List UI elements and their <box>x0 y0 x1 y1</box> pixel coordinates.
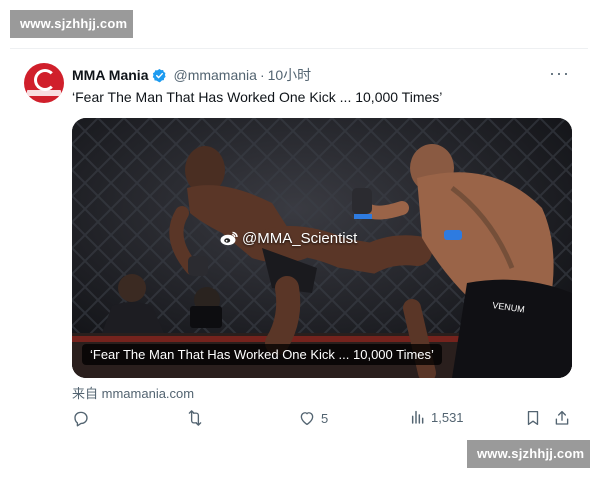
image-watermark-text: @MMA_Scientist <box>242 230 358 247</box>
author-name[interactable]: MMA Mania <box>72 67 148 83</box>
watermark-top: www.sjzhhjj.com <box>10 10 133 38</box>
like-count: 5 <box>321 410 329 426</box>
share-button[interactable] <box>553 409 571 427</box>
verified-badge-icon <box>153 68 167 82</box>
source-domain[interactable]: mmamania.com <box>102 386 194 401</box>
share-icon <box>555 410 569 425</box>
views-count: 1,531 <box>431 409 464 425</box>
like-button[interactable]: 5 <box>298 409 328 427</box>
bookmark-icon <box>527 410 539 426</box>
card-caption[interactable]: ‘Fear The Man That Has Worked One Kick .… <box>82 344 442 365</box>
heart-icon <box>300 412 314 426</box>
watermark-bottom: www.sjzhhjj.com <box>467 440 590 468</box>
fight-photo: VENUM <box>72 118 572 378</box>
avatar[interactable] <box>24 63 64 103</box>
media-image[interactable]: VENUM @MMA_Scientist ‘Fear The Man That … <box>72 118 572 378</box>
tweet-header: MMA Mania @mmamania · 10小时 <box>72 65 311 85</box>
post-time[interactable]: 10小时 <box>268 65 312 85</box>
tweet-text: ‘Fear The Man That Has Worked One Kick .… <box>72 89 443 105</box>
avatar-logo-ring <box>34 69 56 91</box>
retweet-icon <box>188 410 202 426</box>
image-watermark: @MMA_Scientist <box>220 230 357 247</box>
avatar-logo-bar <box>27 90 61 96</box>
separator-dot: · <box>259 67 265 83</box>
link-source[interactable]: 来自 mmamania.com <box>72 383 194 402</box>
reply-button[interactable] <box>72 409 95 427</box>
more-options-icon[interactable]: ··· <box>549 63 570 84</box>
action-bar: 5 1,531 <box>72 409 572 431</box>
views-button[interactable]: 1,531 <box>410 409 464 425</box>
source-label: 来自 <box>72 386 99 401</box>
weibo-icon <box>220 231 238 246</box>
reply-icon <box>74 411 88 427</box>
tweet-card[interactable]: MMA Mania @mmamania · 10小时 ··· ‘Fear The… <box>10 48 588 444</box>
bookmark-button[interactable] <box>524 409 542 427</box>
analytics-icon <box>411 410 424 424</box>
retweet-button[interactable] <box>186 409 209 427</box>
author-handle[interactable]: @mmamania <box>173 67 256 83</box>
